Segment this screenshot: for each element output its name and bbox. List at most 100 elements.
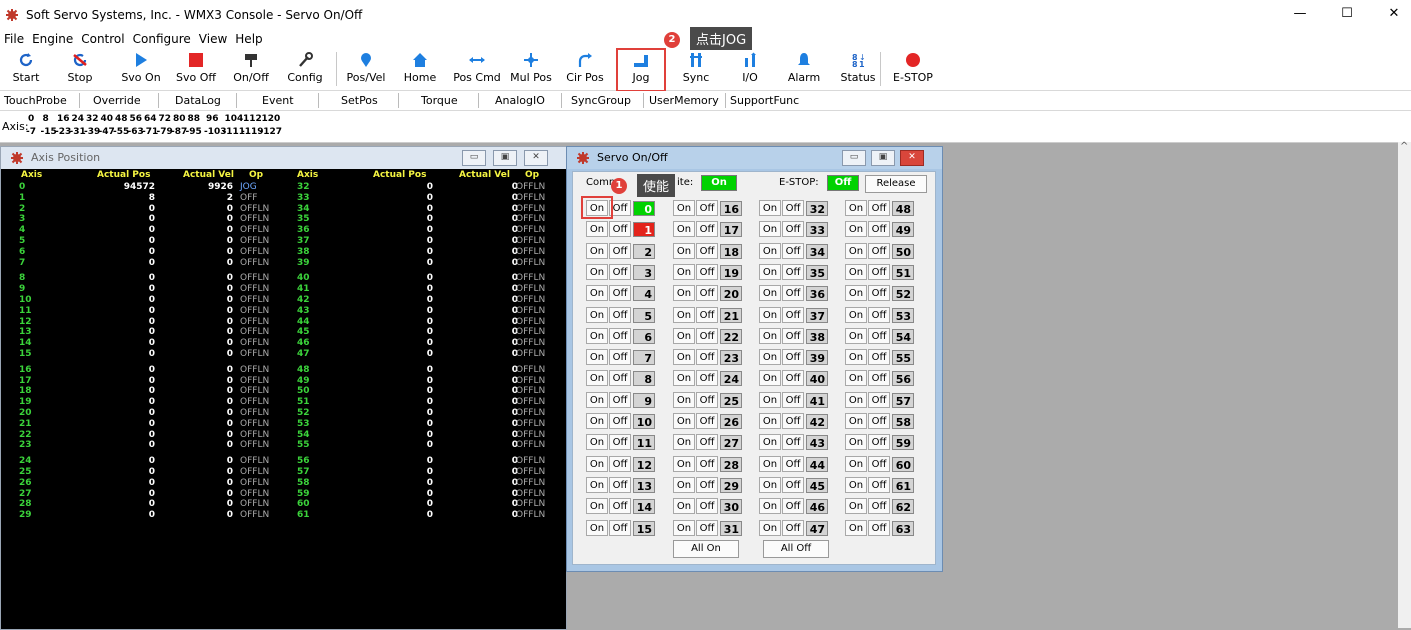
servo-off-button-9[interactable]: Off [609,391,631,408]
axis-selector-number[interactable]: -95 [186,127,202,137]
axis-selector-number[interactable]: 112 [243,114,262,124]
axis-selector-number[interactable]: 40 [101,114,114,124]
menu-configure[interactable]: Configure [129,30,195,48]
axis-selector-number[interactable]: 16 [57,114,70,124]
all-off-button[interactable]: All Off [763,540,829,558]
axis-selector-number[interactable]: 104 [225,114,244,124]
servo-on-button-56[interactable]: On [845,370,867,387]
minimize-button[interactable]: — [1290,6,1310,21]
servo-off-button-24[interactable]: Off [696,370,718,387]
servo-off-button-26[interactable]: Off [696,413,718,429]
servo-on-button-29[interactable]: On [673,476,695,493]
servo-off-button-16[interactable]: Off [696,200,718,216]
tab-analogio[interactable]: AnalogIO [495,94,545,107]
servo-off-button-51[interactable]: Off [868,263,890,280]
servo-on-button-48[interactable]: On [845,200,867,216]
servo-off-button-52[interactable]: Off [868,285,890,302]
servo-on-button-63[interactable]: On [845,519,867,536]
servo-off-button-57[interactable]: Off [868,391,890,408]
axis-selector-number[interactable]: 72 [159,114,172,124]
axis-selector-number[interactable]: 0 [28,114,34,124]
stop-button[interactable]: Stop [62,50,98,88]
servo-on-button-17[interactable]: On [673,221,695,238]
servo-off-button-27[interactable]: Off [696,434,718,451]
servo-off-button-22[interactable]: Off [696,327,718,344]
servo-off-button-6[interactable]: Off [609,327,631,344]
servo-off-button-28[interactable]: Off [696,455,718,472]
servo-on-button-36[interactable]: On [759,285,781,302]
servo-on-button-23[interactable]: On [673,349,695,366]
servo-on-button-4[interactable]: On [586,285,608,302]
axis-selector-number[interactable]: -127 [260,127,283,137]
svo-off-button[interactable]: Svo Off [174,50,218,88]
axis-selector-number[interactable]: 48 [115,114,128,124]
servo-on-button-22[interactable]: On [673,327,695,344]
axis-selector-number[interactable]: 80 [173,114,186,124]
servo-on-button-12[interactable]: On [586,455,608,472]
servo-on-button-19[interactable]: On [673,263,695,280]
servo-on-button-24[interactable]: On [673,370,695,387]
servo-on-button-6[interactable]: On [586,327,608,344]
pos-vel-button[interactable]: Pos/Vel [344,50,388,88]
servo-on-button-1[interactable]: On [586,221,608,238]
tab-usermemory[interactable]: UserMemory [649,94,719,107]
servo-off-button-14[interactable]: Off [609,498,631,515]
servo-off-button-55[interactable]: Off [868,349,890,366]
servo-on-button-3[interactable]: On [586,263,608,280]
tab-touchprobe[interactable]: TouchProbe [4,94,67,107]
servo-on-button-57[interactable]: On [845,391,867,408]
servo-off-button-32[interactable]: Off [782,200,804,216]
servo-off-button-39[interactable]: Off [782,349,804,366]
minimize-icon[interactable]: ▭ [462,150,486,166]
servo-off-button-54[interactable]: Off [868,327,890,344]
servo-off-button-45[interactable]: Off [782,476,804,493]
maximize-button[interactable]: ☐ [1337,6,1357,21]
servo-on-button-40[interactable]: On [759,370,781,387]
servo-on-button-8[interactable]: On [586,370,608,387]
estop-button[interactable]: E-STOP [886,50,940,88]
servo-on-button-49[interactable]: On [845,221,867,238]
svo-on-button[interactable]: Svo On [120,50,162,88]
servo-off-button-38[interactable]: Off [782,327,804,344]
servo-off-button-10[interactable]: Off [609,413,631,429]
servo-off-button-21[interactable]: Off [696,306,718,323]
servo-off-button-15[interactable]: Off [609,519,631,536]
servo-on-button-20[interactable]: On [673,285,695,302]
servo-on-button-15[interactable]: On [586,519,608,536]
servo-on-button-39[interactable]: On [759,349,781,366]
alarm-button[interactable]: Alarm [786,50,822,88]
servo-off-button-36[interactable]: Off [782,285,804,302]
servo-on-button-35[interactable]: On [759,263,781,280]
minimize-icon[interactable]: ▭ [842,150,866,166]
config-button[interactable]: Config [286,50,324,88]
servo-on-button-53[interactable]: On [845,306,867,323]
servo-on-button-46[interactable]: On [759,498,781,515]
on-off-button[interactable]: On/Off [230,50,272,88]
servo-off-button-49[interactable]: Off [868,221,890,238]
axis-selector-number[interactable]: 56 [130,114,143,124]
axis-selector-number[interactable]: 88 [188,114,201,124]
servo-off-button-56[interactable]: Off [868,370,890,387]
servo-on-button-47[interactable]: On [759,519,781,536]
servo-off-button-63[interactable]: Off [868,519,890,536]
servo-on-button-42[interactable]: On [759,413,781,429]
servo-on-button-54[interactable]: On [845,327,867,344]
servo-off-button-1[interactable]: Off [609,221,631,238]
menu-engine[interactable]: Engine [28,30,77,48]
servo-on-button-2[interactable]: On [586,242,608,259]
tab-override[interactable]: Override [93,94,141,107]
servo-on-button-28[interactable]: On [673,455,695,472]
servo-off-button-44[interactable]: Off [782,455,804,472]
servo-off-button-50[interactable]: Off [868,242,890,259]
servo-off-button-4[interactable]: Off [609,285,631,302]
axis-selector-number[interactable]: 120 [262,114,281,124]
status-button[interactable]: 8 ↓ 8 1 Status [838,50,878,88]
servo-off-button-11[interactable]: Off [609,434,631,451]
servo-on-button-37[interactable]: On [759,306,781,323]
servo-on-button-25[interactable]: On [673,391,695,408]
tab-torque[interactable]: Torque [421,94,458,107]
servo-off-button-41[interactable]: Off [782,391,804,408]
servo-on-button-55[interactable]: On [845,349,867,366]
servo-off-button-18[interactable]: Off [696,242,718,259]
servo-off-button-48[interactable]: Off [868,200,890,216]
